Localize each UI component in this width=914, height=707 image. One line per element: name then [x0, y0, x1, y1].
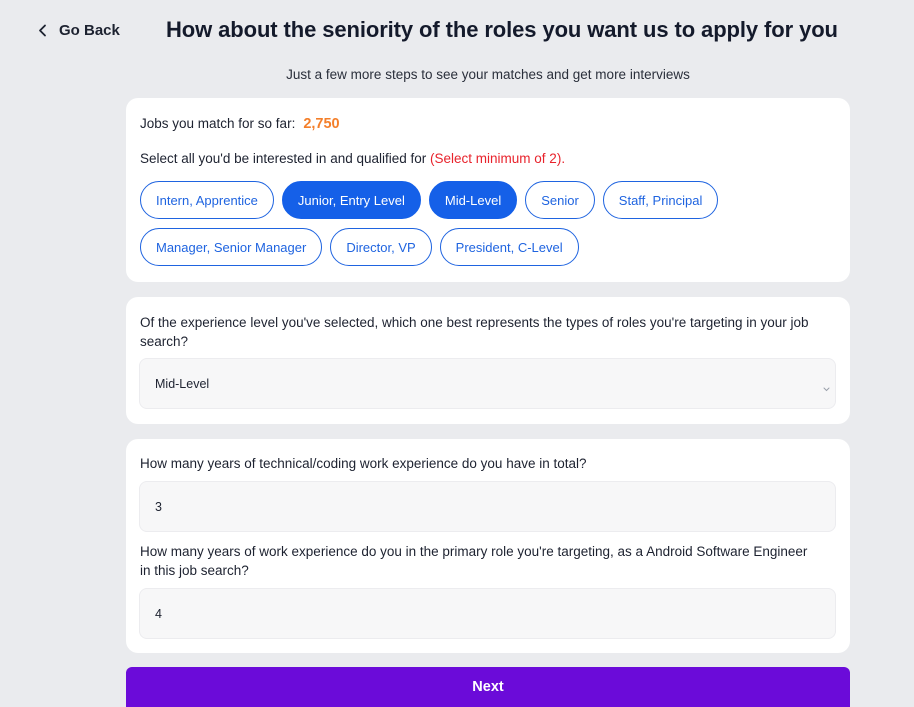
next-button[interactable]: Next — [126, 667, 850, 707]
target-level-value: Mid-Level — [155, 376, 210, 391]
primary-experience-input[interactable]: 4 — [139, 588, 836, 639]
seniority-option-chip[interactable]: Manager, Senior Manager — [140, 228, 323, 266]
target-level-question: Of the experience level you've selected,… — [140, 315, 809, 349]
primary-experience-value: 4 — [155, 606, 162, 621]
seniority-requirement: (Select minimum of 2). — [430, 151, 566, 166]
primary-experience-question: How many years of work experience do you… — [140, 544, 808, 578]
go-back-label: Go Back — [59, 22, 120, 39]
seniority-prompt: Select all you'd be interested in and qu… — [140, 151, 565, 166]
seniority-option-chip[interactable]: Intern, Apprentice — [140, 181, 274, 219]
chevron-down-icon — [823, 381, 830, 395]
seniority-prompt-text: Select all you'd be interested in and qu… — [140, 151, 427, 166]
seniority-card: Jobs you match for so far: 2,750 Select … — [126, 98, 850, 282]
seniority-option-chip[interactable]: Senior — [525, 181, 595, 219]
seniority-option-chip[interactable]: President, C-Level — [439, 228, 579, 266]
seniority-options: Intern, Apprentice Junior, Entry Level Mid… — [140, 181, 836, 266]
go-back-button[interactable]: Go Back — [38, 22, 120, 39]
match-count-line: Jobs you match for so far: 2,750 — [140, 116, 340, 132]
total-experience-question: How many years of technical/coding work … — [140, 456, 587, 471]
chevron-left-icon — [38, 24, 47, 37]
target-level-card: Of the experience level you've selected,… — [126, 297, 850, 424]
total-experience-input[interactable]: 3 — [139, 481, 836, 532]
target-level-select[interactable]: Mid-Level — [139, 358, 836, 409]
seniority-option-chip[interactable]: Mid-Level — [428, 181, 518, 219]
match-count: 2,750 — [303, 116, 340, 132]
match-label: Jobs you match for so far: — [140, 116, 296, 131]
page-title: How about the seniority of the roles you… — [166, 17, 838, 42]
total-experience-value: 3 — [155, 499, 162, 514]
page-subtitle: Just a few more steps to see your matche… — [286, 67, 690, 82]
seniority-option-chip[interactable]: Junior, Entry Level — [281, 181, 421, 219]
seniority-option-chip[interactable]: Director, VP — [330, 228, 432, 266]
seniority-option-chip[interactable]: Staff, Principal — [602, 181, 719, 219]
experience-card: How many years of technical/coding work … — [126, 439, 850, 653]
